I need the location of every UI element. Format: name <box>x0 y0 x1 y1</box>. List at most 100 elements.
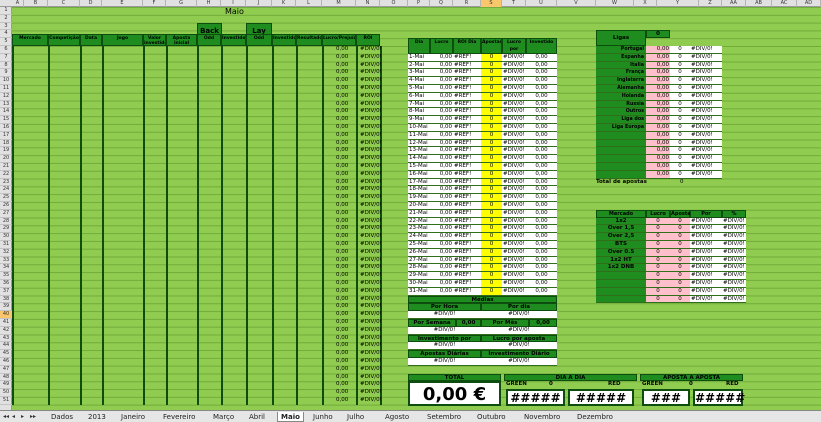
sheet-tab-abril[interactable]: Abril <box>246 412 268 422</box>
row-header-28[interactable]: 28 <box>0 218 12 226</box>
row-header-36[interactable]: 36 <box>0 280 12 288</box>
column-header-v[interactable]: V <box>557 0 596 7</box>
row-header-27[interactable]: 27 <box>0 210 12 218</box>
column-header-c[interactable]: C <box>48 0 80 7</box>
column-header-g[interactable]: G <box>166 0 197 7</box>
column-header-j[interactable]: J <box>246 0 272 7</box>
row-header-9[interactable]: 9 <box>0 69 12 78</box>
row-header-35[interactable]: 35 <box>0 272 12 280</box>
tab-nav-prev-icon[interactable]: ◂ <box>12 412 15 422</box>
column-header-s[interactable]: S <box>481 0 502 7</box>
column-header-y[interactable]: Y <box>657 0 699 7</box>
column-header-h[interactable]: H <box>197 0 221 7</box>
row-header-47[interactable]: 47 <box>0 366 12 374</box>
column-header-ab[interactable]: AB <box>746 0 772 7</box>
sheet-tab-2013[interactable]: 2013 <box>85 412 109 422</box>
column-header-a[interactable]: A <box>12 0 24 7</box>
row-header-43[interactable]: 43 <box>0 335 12 343</box>
row-header-40[interactable]: 40 <box>0 311 12 319</box>
row-header-25[interactable]: 25 <box>0 194 12 202</box>
row-header-37[interactable]: 37 <box>0 288 12 296</box>
sheet-tab-outubro[interactable]: Outubro <box>474 412 509 422</box>
sheet-tab-janeiro[interactable]: Janeiro <box>118 412 148 422</box>
row-header-11[interactable]: 11 <box>0 85 12 93</box>
tab-nav-next-icon[interactable]: ▸ <box>21 412 24 422</box>
row-header-23[interactable]: 23 <box>0 179 12 187</box>
row-header-34[interactable]: 34 <box>0 264 12 273</box>
column-header-aa[interactable]: AA <box>722 0 746 7</box>
row-header-31[interactable]: 31 <box>0 241 12 249</box>
row-header-17[interactable]: 17 <box>0 132 12 140</box>
row-header-20[interactable]: 20 <box>0 155 12 163</box>
column-header-ac[interactable]: AC <box>772 0 797 7</box>
sheet-tab-junho[interactable]: Junho <box>310 412 336 422</box>
tab-nav-last-icon[interactable]: ▸▸ <box>30 412 36 422</box>
tab-nav-first-icon[interactable]: ◂◂ <box>3 412 9 422</box>
row-header-5[interactable]: 5 <box>0 38 12 46</box>
row-header-7[interactable]: 7 <box>0 54 12 62</box>
row-header-45[interactable]: 45 <box>0 350 12 358</box>
row-header-2[interactable]: 2 <box>0 15 12 23</box>
column-header-ad[interactable]: AD <box>797 0 821 7</box>
row-header-38[interactable]: 38 <box>0 296 12 304</box>
column-header-l[interactable]: L <box>296 0 322 7</box>
row-header-8[interactable]: 8 <box>0 62 12 70</box>
column-header-w[interactable]: W <box>596 0 634 7</box>
row-header-12[interactable]: 12 <box>0 93 12 101</box>
column-header-f[interactable]: F <box>143 0 166 7</box>
sheet-tab-março[interactable]: Março <box>210 412 237 422</box>
sheet-tab-fevereiro[interactable]: Fevereiro <box>160 412 198 422</box>
row-header-19[interactable]: 19 <box>0 147 12 156</box>
row-header-33[interactable]: 33 <box>0 257 12 265</box>
column-header-o[interactable]: O <box>380 0 408 7</box>
column-header-b[interactable]: B <box>24 0 48 7</box>
sheet-tab-novembro[interactable]: Novembro <box>521 412 563 422</box>
row-header-51[interactable]: 51 <box>0 397 12 405</box>
sheet-tab-maio[interactable]: Maio <box>277 412 304 422</box>
row-header-50[interactable]: 50 <box>0 389 12 397</box>
column-header-m[interactable]: M <box>322 0 356 7</box>
row-header-22[interactable]: 22 <box>0 171 12 179</box>
column-header-k[interactable]: K <box>272 0 296 7</box>
row-header-29[interactable]: 29 <box>0 225 12 234</box>
row-header-49[interactable]: 49 <box>0 381 12 390</box>
row-header-42[interactable]: 42 <box>0 327 12 335</box>
row-header-16[interactable]: 16 <box>0 124 12 132</box>
column-header-q[interactable]: Q <box>430 0 453 7</box>
sheet-tab-dezembro[interactable]: Dezembro <box>574 412 616 422</box>
row-header-32[interactable]: 32 <box>0 249 12 257</box>
row-header-3[interactable]: 3 <box>0 23 12 31</box>
column-header-t[interactable]: T <box>502 0 526 7</box>
row-header-44[interactable]: 44 <box>0 342 12 351</box>
row-header-46[interactable]: 46 <box>0 358 12 366</box>
sheet-tab-dados[interactable]: Dados <box>48 412 76 422</box>
sheet-tab-agosto[interactable]: Agosto <box>382 412 412 422</box>
row-header-13[interactable]: 13 <box>0 101 12 109</box>
row-header-15[interactable]: 15 <box>0 116 12 124</box>
column-header-z[interactable]: Z <box>699 0 722 7</box>
column-header-d[interactable]: D <box>80 0 102 7</box>
row-header-21[interactable]: 21 <box>0 163 12 171</box>
column-header-i[interactable]: I <box>221 0 246 7</box>
sheet-tab-julho[interactable]: Julho <box>344 412 367 422</box>
row-header-14[interactable]: 14 <box>0 108 12 117</box>
spreadsheet-grid[interactable]: Maio Back Lay Mercado Competição Data Jogo Valo… <box>12 7 821 410</box>
column-header-x[interactable]: X <box>634 0 657 7</box>
row-header-24[interactable]: 24 <box>0 186 12 195</box>
row-header-1[interactable]: 1 <box>0 7 12 15</box>
column-header-n[interactable]: N <box>356 0 380 7</box>
row-header-41[interactable]: 41 <box>0 319 12 327</box>
row-header-4[interactable]: 4 <box>0 30 12 39</box>
row-header-48[interactable]: 48 <box>0 374 12 382</box>
row-header-39[interactable]: 39 <box>0 303 12 312</box>
column-header-e[interactable]: E <box>102 0 143 7</box>
row-header-26[interactable]: 26 <box>0 202 12 210</box>
row-header-30[interactable]: 30 <box>0 233 12 241</box>
column-header-p[interactable]: P <box>408 0 430 7</box>
row-header-18[interactable]: 18 <box>0 140 12 148</box>
column-header-u[interactable]: U <box>526 0 557 7</box>
row-header-6[interactable]: 6 <box>0 46 12 54</box>
sheet-tab-setembro[interactable]: Setembro <box>424 412 464 422</box>
column-header-r[interactable]: R <box>453 0 481 7</box>
row-header-10[interactable]: 10 <box>0 77 12 85</box>
